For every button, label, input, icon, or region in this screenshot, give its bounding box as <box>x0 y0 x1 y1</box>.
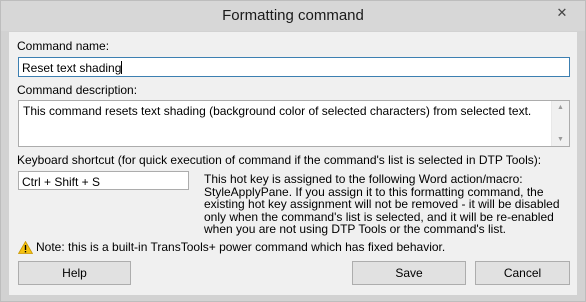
scroll-down-arrow-icon[interactable]: ▼ <box>555 135 566 144</box>
dialog-title: Formatting command <box>222 7 364 24</box>
keyboard-shortcut-value: Ctrl + Shift + S <box>22 175 101 189</box>
description-scrollbar[interactable]: ▲ ▼ <box>551 101 569 146</box>
command-description-textarea[interactable]: This command resets text shading (backgr… <box>18 100 570 147</box>
save-button[interactable]: Save <box>352 261 466 285</box>
scroll-up-arrow-icon[interactable]: ▲ <box>555 103 566 112</box>
command-description-value: This command resets text shading (backgr… <box>23 104 532 118</box>
dialog-body: Command name: Reset text shading Command… <box>9 32 577 295</box>
command-name-label: Command name: <box>17 39 110 53</box>
command-name-input[interactable]: Reset text shading <box>18 57 570 77</box>
note-text: Note: this is a built-in TransTools+ pow… <box>36 240 446 254</box>
warning-icon <box>17 240 34 257</box>
command-description-label: Command description: <box>17 83 138 97</box>
close-icon: ✕ <box>556 5 568 20</box>
close-button[interactable]: ✕ <box>549 3 575 23</box>
builtin-command-note: Note: this is a built-in TransTools+ pow… <box>17 240 446 257</box>
cancel-button[interactable]: Cancel <box>475 261 570 285</box>
keyboard-shortcut-input[interactable]: Ctrl + Shift + S <box>18 171 189 190</box>
hotkey-assignment-info: This hot key is assigned to the followin… <box>204 172 560 237</box>
title-bar[interactable]: Formatting command ✕ <box>1 1 585 31</box>
text-caret <box>121 61 123 74</box>
formatting-command-dialog: Formatting command ✕ Command name: Reset… <box>0 0 586 302</box>
keyboard-shortcut-label: Keyboard shortcut (for quick execution o… <box>17 153 542 167</box>
command-name-value: Reset text shading <box>22 61 122 75</box>
help-button[interactable]: Help <box>18 261 131 285</box>
